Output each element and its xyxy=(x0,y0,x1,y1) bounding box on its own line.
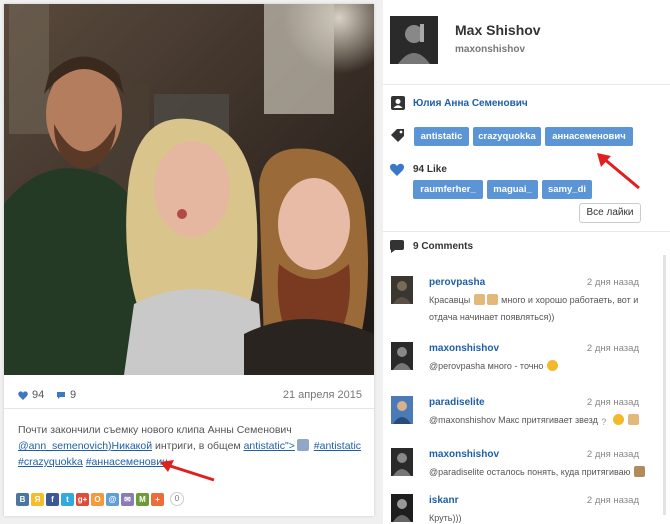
mention-link[interactable]: @ann_semenovich)Никакой xyxy=(18,440,152,452)
comment-text: Круть))) xyxy=(429,513,462,523)
user-tag-icon xyxy=(391,96,405,110)
comment-text: @perovpasha много - точно xyxy=(429,358,649,375)
tag-icon xyxy=(391,129,404,142)
question-icon: ? xyxy=(601,417,607,427)
liker-pill[interactable]: samy_di xyxy=(542,180,592,199)
heart-icon xyxy=(389,163,405,176)
comment-text-part: Красавцы xyxy=(429,295,473,305)
comment-item: maxonshishov 2 дня назад @paradiselite о… xyxy=(383,448,670,488)
post-meta-row: 94 9 21 апреля 2015 xyxy=(4,379,374,409)
tagged-user-link[interactable]: Юлия Анна Семенович xyxy=(413,98,528,109)
share-buttons: В Яf t g+ O @ ✉ M +0 xyxy=(16,492,184,506)
avatar-image xyxy=(391,494,413,522)
comment-text-part: много и хорошо работаеть, вот и xyxy=(498,295,639,305)
comment-time: 2 дня назад xyxy=(586,449,639,460)
avatar-image xyxy=(391,342,413,370)
comment-text: @paradiselite осталось понять, куда прит… xyxy=(429,464,649,481)
share-button[interactable]: Я xyxy=(31,492,44,506)
like-count: 94 xyxy=(32,389,45,401)
hashtag-crazyquokka[interactable]: #crazyquokka xyxy=(18,456,83,468)
all-likes-button[interactable]: Все лайки xyxy=(579,203,641,223)
tag-pill[interactable]: antistatic xyxy=(414,127,469,146)
profile-handle[interactable]: maxonshishov xyxy=(455,44,525,55)
commenter-avatar[interactable] xyxy=(391,396,413,424)
post-photo[interactable] xyxy=(4,4,374,375)
comment-text: Красавцы много и хорошо работаеть, вот и… xyxy=(429,292,649,326)
dog-icon xyxy=(633,466,645,477)
caption-text-mid: интриги, в общем xyxy=(152,440,244,452)
avatar-image xyxy=(391,276,413,304)
share-button[interactable]: t xyxy=(61,492,74,506)
heart-icon xyxy=(18,390,28,400)
comment-time: 2 дня назад xyxy=(586,397,639,408)
share-button[interactable]: @ xyxy=(106,492,119,506)
commenter-avatar[interactable] xyxy=(391,276,413,304)
commenter-avatar[interactable] xyxy=(391,342,413,370)
share-count: 0 xyxy=(170,492,184,506)
hashtag-antistatic[interactable]: #antistatic xyxy=(314,440,361,452)
antistatic-link[interactable]: antistatic"> xyxy=(244,440,295,452)
thumbs-up-icon xyxy=(473,294,485,305)
comment-time: 2 дня назад xyxy=(586,343,639,354)
post-card: 94 9 21 апреля 2015 Почти закончили съем… xyxy=(4,4,374,516)
commenter-name[interactable]: iskanr xyxy=(429,495,458,506)
avatar-image xyxy=(390,16,438,64)
comment-time: 2 дня назад xyxy=(586,495,639,506)
thumbs-up-icon xyxy=(486,294,498,305)
photo-image xyxy=(4,4,374,375)
comment-count: 9 xyxy=(70,389,77,401)
tag-pill[interactable]: crazyquokka xyxy=(473,127,541,146)
comment-icon xyxy=(390,240,404,253)
like-counter[interactable]: 94 xyxy=(18,389,44,401)
comment-text-part: @paradiselite осталось понять, куда прит… xyxy=(429,467,633,477)
commenter-name[interactable]: paradiselite xyxy=(429,397,485,408)
comment-item: paradiselite 2 дня назад @maxonshishov М… xyxy=(383,396,670,436)
avatar-image xyxy=(391,396,413,424)
share-button[interactable]: ✉ xyxy=(121,492,134,506)
share-button[interactable]: g+ xyxy=(76,492,89,506)
avatar[interactable] xyxy=(390,16,438,64)
share-button[interactable]: M xyxy=(136,492,149,506)
cool-face-icon xyxy=(612,414,624,425)
post-date: 21 апреля 2015 xyxy=(282,389,362,401)
commenter-name[interactable]: maxonshishov xyxy=(429,449,499,460)
comment-counter[interactable]: 9 xyxy=(56,389,76,401)
red-arrow-icon xyxy=(160,460,215,482)
smile-icon xyxy=(546,360,558,371)
commenter-avatar[interactable] xyxy=(391,494,413,522)
share-button[interactable]: f xyxy=(46,492,59,506)
commenter-avatar[interactable] xyxy=(391,448,413,476)
sidebar-panel: Max Shishov maxonshishov Юлия Анна Семен… xyxy=(383,0,670,524)
comment-text-part: @perovpasha много - точно xyxy=(429,361,546,371)
avatar-image xyxy=(391,448,413,476)
scrollbar[interactable] xyxy=(663,255,666,515)
divider xyxy=(383,231,670,232)
comment-item: iskanr 2 дня назад Круть))) xyxy=(383,494,670,524)
comment-text-part: отдача начинает появляться)) xyxy=(429,312,555,322)
tag-pill[interactable]: аннасеменович xyxy=(545,127,633,146)
profile-name[interactable]: Max Shishov xyxy=(455,22,541,38)
comment-time: 2 дня назад xyxy=(586,277,639,288)
comment-text: @maxonshishov Макс притягивает звезд ? xyxy=(429,412,649,429)
thumbs-up-icon xyxy=(628,414,640,425)
liker-pill[interactable]: raumferher_ xyxy=(413,180,483,199)
red-arrow-icon xyxy=(597,153,640,190)
share-button[interactable]: + xyxy=(151,492,164,506)
comment-item: maxonshishov 2 дня назад @perovpasha мно… xyxy=(383,342,670,382)
share-button[interactable]: В xyxy=(16,492,29,506)
liker-pill[interactable]: maguai_ xyxy=(487,180,538,199)
comment-text-part: @maxonshishov Макс притягивает звезд xyxy=(429,415,601,425)
caption-text: Почти закончили съемку нового клипа Анны… xyxy=(18,424,292,436)
commenter-name[interactable]: maxonshishov xyxy=(429,343,499,354)
share-button[interactable]: O xyxy=(91,492,104,506)
comments-header: 9 Comments xyxy=(413,241,474,252)
comment-item: perovpasha 2 дня назад Красавцы много и … xyxy=(383,276,670,331)
divider xyxy=(383,84,670,85)
comment-icon xyxy=(57,391,65,399)
likes-count-label: 94 Like xyxy=(413,164,447,175)
commenter-name[interactable]: perovpasha xyxy=(429,277,485,288)
thumbnail-icon xyxy=(296,439,309,451)
